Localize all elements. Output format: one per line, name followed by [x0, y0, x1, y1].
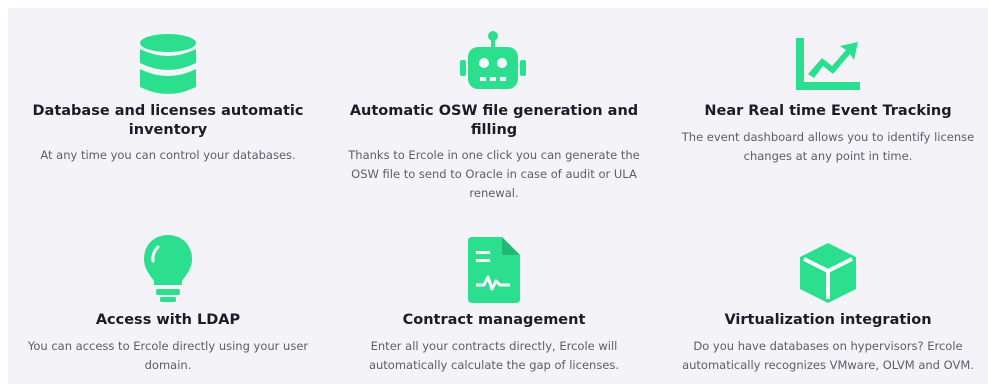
feature-card-virtualization: Virtualization integration Do you have d… [668, 203, 988, 383]
feature-title: Contract management [402, 312, 586, 328]
feature-card-database-inventory: Database and licenses automatic inventor… [8, 8, 328, 188]
chart-line-icon [796, 38, 860, 90]
feature-title: Near Real time Event Tracking [704, 103, 952, 119]
feature-card-ldap-access: Access with LDAP You can access to Ercol… [8, 203, 328, 383]
lightbulb-icon [144, 235, 192, 303]
feature-description: Enter all your contracts directly, Ercol… [368, 339, 620, 372]
feature-title: Virtualization integration [724, 312, 932, 328]
feature-description: The event dashboard allows you to identi… [681, 130, 975, 163]
feature-description: You can access to Ercole directly using … [27, 339, 309, 372]
feature-title: Database and licenses automatic inventor… [32, 103, 304, 138]
feature-title: Automatic OSW file generation and fillin… [349, 103, 639, 138]
feature-card-event-tracking: Near Real time Event Tracking The event … [668, 8, 988, 188]
feature-description: Do you have databases on hypervisors? Er… [682, 339, 974, 372]
feature-description: Thanks to Ercole in one click you can ge… [348, 148, 640, 200]
feature-description: At any time you can control your databas… [40, 148, 296, 162]
contract-document-icon [468, 237, 520, 303]
feature-title: Access with LDAP [95, 312, 241, 328]
cube-icon [796, 241, 860, 305]
feature-card-osw-generation: Automatic OSW file generation and fillin… [334, 8, 654, 200]
features-panel: Database and licenses automatic inventor… [8, 8, 988, 384]
database-icon [138, 33, 198, 97]
feature-card-contract-management: Contract management Enter all your contr… [334, 203, 654, 383]
robot-icon [460, 30, 526, 94]
